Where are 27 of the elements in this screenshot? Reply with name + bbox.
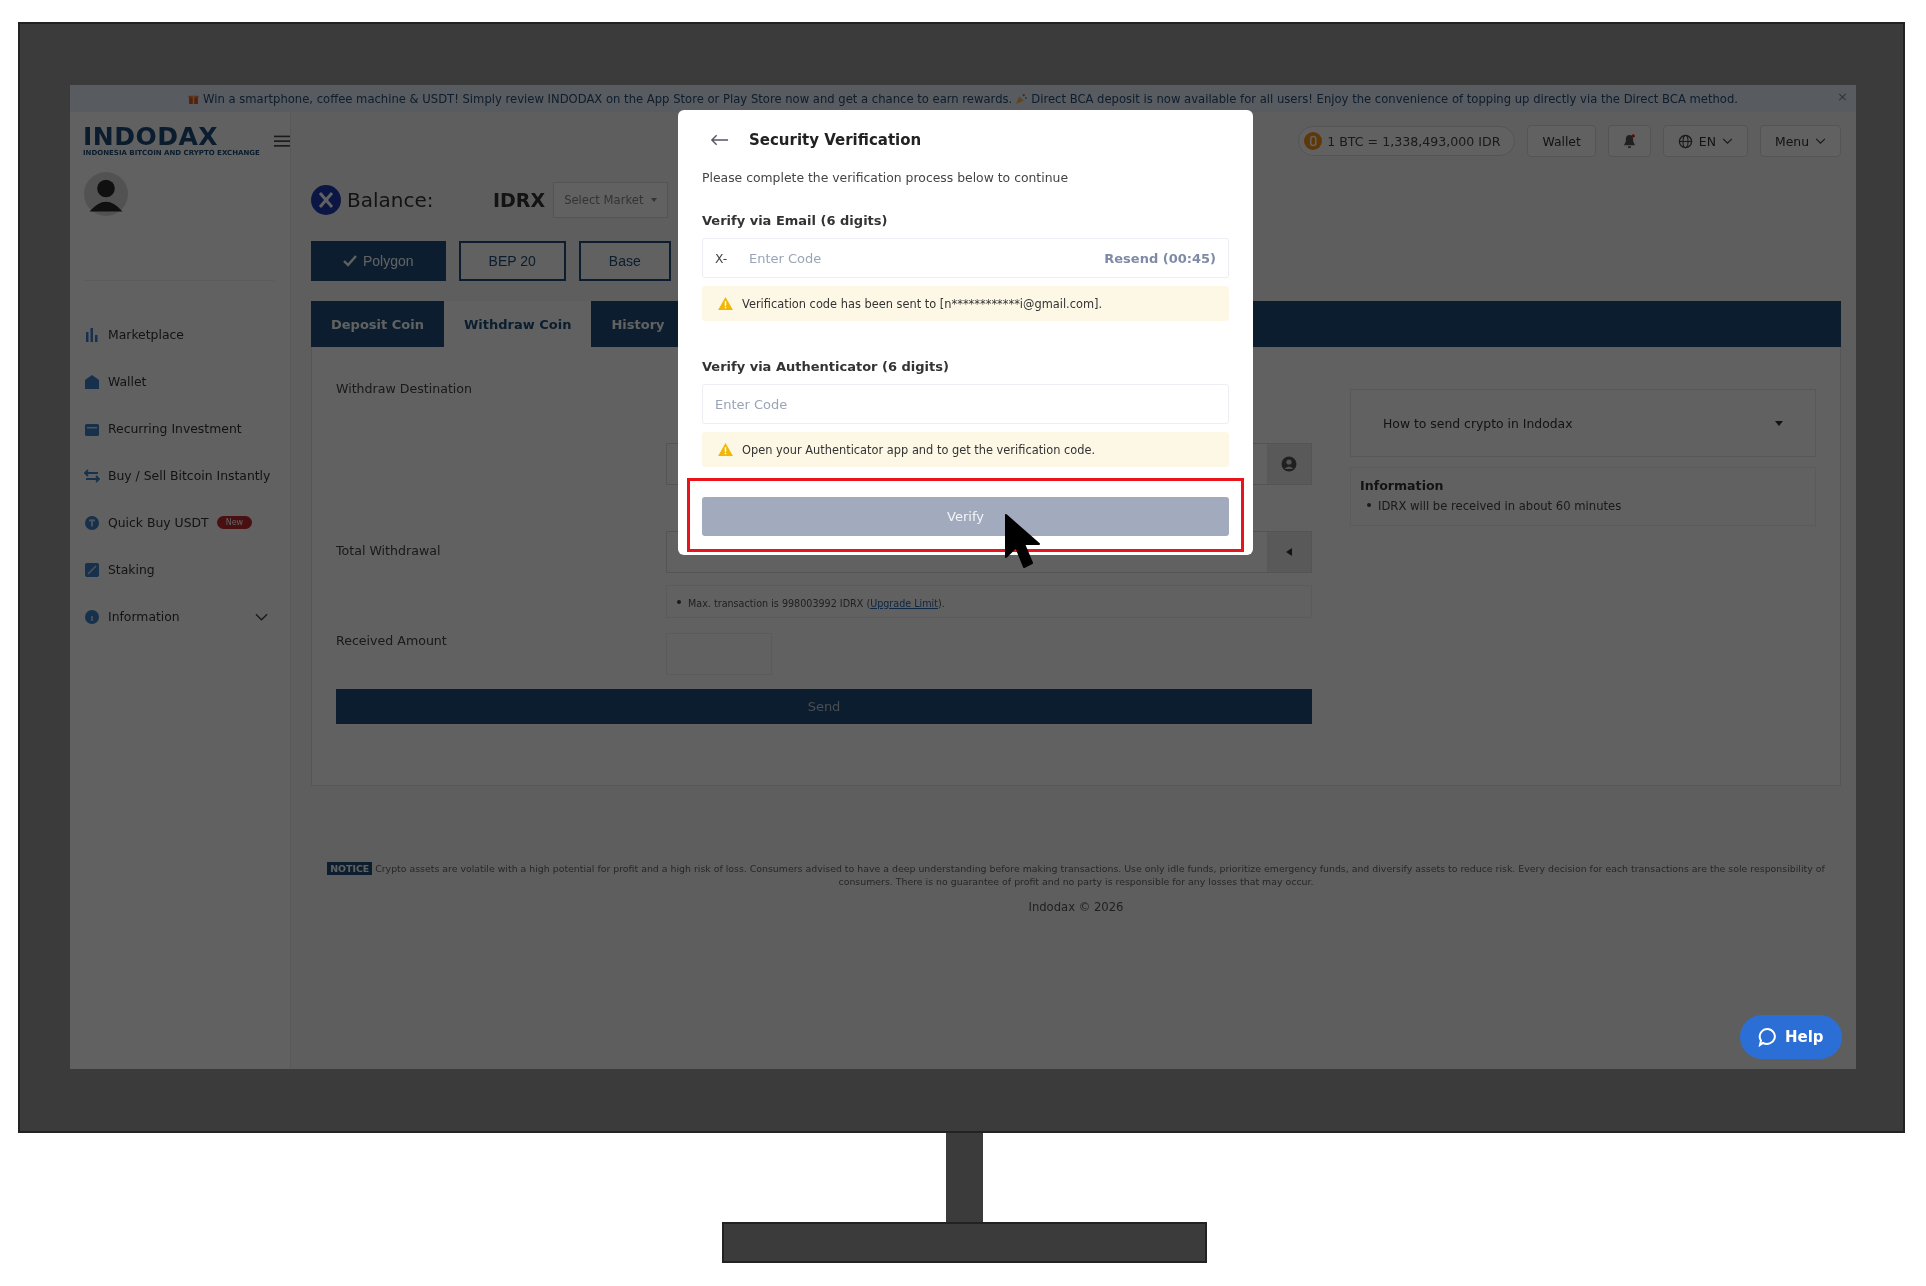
information-item: IDRX will be received in about 60 minutes: [1378, 499, 1622, 513]
copyright: Indodax © 2026: [1028, 900, 1124, 914]
information-title: Information: [1360, 478, 1445, 493]
sidebar-label: Staking: [108, 562, 155, 577]
currency-label: IDRX: [493, 189, 546, 211]
limit-note: Max. transaction is 998003992 IDRX (Upgrade Limit).: [688, 598, 945, 609]
sidebar-label: Wallet: [108, 374, 147, 389]
code-prefix: X-: [715, 250, 729, 266]
sidebar-label: Recurring Investment: [108, 421, 242, 436]
alert-text: Verification code has been sent to [n************i@gmail.com].: [742, 296, 1103, 311]
field-label: Withdraw Destination: [336, 381, 474, 398]
sidebar-label: Buy / Sell Bitcoin Instantly: [108, 468, 271, 483]
field-label: Received Amount: [336, 633, 448, 650]
announcement-text: Direct BCA deposit is now available for all users! Enjoy the convenience of topping up directly via the Direct BCA method.: [1031, 91, 1738, 106]
sidebar-label: Information: [108, 609, 180, 624]
field-label: Verify via Authenticator (6 digits): [702, 359, 950, 374]
sidebar-label: Quick Buy USDT: [108, 515, 209, 530]
announcement-text: Win a smartphone, coffee machine & USDT! Simply review INDODAX on the App Store or Play Store now and get a chance to earn rewards.: [203, 91, 1013, 106]
field-label: Verify via Email (6 digits): [702, 213, 889, 228]
sidebar-label: Marketplace: [108, 327, 184, 342]
new-badge: New: [216, 516, 253, 529]
balance-label: Balance:: [347, 188, 435, 212]
alert-text: Open your Authenticator app and to get the verification code.: [742, 442, 1096, 457]
ticker-text: 1 BTC = 1,338,493,000 IDR: [1327, 133, 1501, 149]
dialog-title: Security Verification: [749, 131, 922, 149]
field-label: Total Withdrawal: [336, 542, 442, 560]
dialog-subtitle: Please complete the verification process below to continue: [702, 170, 1069, 185]
